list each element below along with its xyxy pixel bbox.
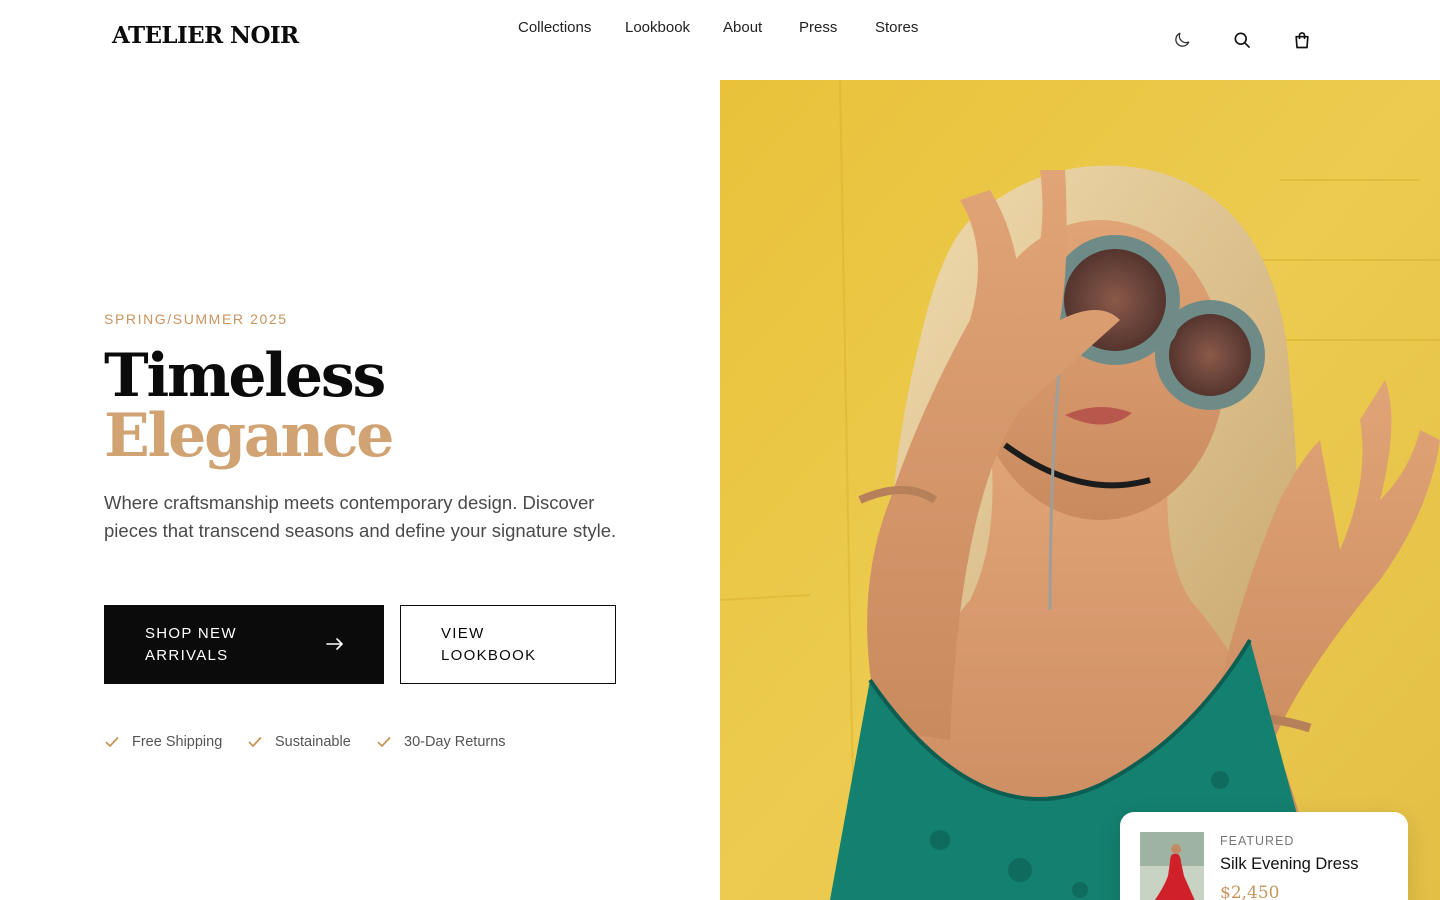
view-lookbook-button[interactable]: VIEW LOOKBOOK bbox=[400, 605, 616, 684]
perk-free-shipping: Free Shipping bbox=[104, 731, 222, 753]
featured-eyebrow: FEATURED bbox=[1220, 834, 1295, 848]
theme-toggle-button[interactable] bbox=[1170, 28, 1194, 52]
featured-product-title: Silk Evening Dress bbox=[1220, 855, 1359, 873]
shopping-bag-icon bbox=[1295, 32, 1309, 49]
featured-product-thumbnail bbox=[1140, 832, 1204, 900]
perk-label: Free Shipping bbox=[132, 734, 223, 750]
headline-line-1: Timeless bbox=[104, 341, 386, 411]
search-icon bbox=[1234, 32, 1250, 48]
season-eyebrow: SPRING/SUMMER 2025 bbox=[104, 311, 288, 327]
perk-label: Sustainable bbox=[275, 734, 351, 750]
nav-link-lookbook[interactable]: Lookbook bbox=[625, 18, 690, 38]
featured-product-card[interactable]: FEATURED Silk Evening Dress $2,450 bbox=[1120, 812, 1408, 900]
nav-link-press[interactable]: Press bbox=[799, 18, 837, 38]
headline-line-2: Elegance bbox=[104, 401, 394, 471]
hero-description: Where craftsmanship meets contemporary d… bbox=[104, 492, 617, 541]
perk-sustainable: Sustainable bbox=[247, 731, 351, 753]
hero-model-photo bbox=[720, 80, 1440, 900]
nav-link-about[interactable]: About bbox=[723, 18, 762, 38]
check-icon bbox=[376, 733, 394, 751]
shop-new-arrivals-button[interactable]: SHOP NEW ARRIVALS bbox=[104, 605, 384, 684]
perk-label: 30-Day Returns bbox=[404, 734, 506, 750]
view-lookbook-label: VIEW LOOKBOOK bbox=[441, 624, 537, 664]
moon-icon bbox=[1175, 32, 1190, 47]
check-icon bbox=[104, 733, 122, 751]
cart-button[interactable] bbox=[1290, 28, 1314, 52]
perk-returns: 30-Day Returns bbox=[376, 731, 506, 753]
hero-headline: Timeless Elegance bbox=[104, 341, 394, 471]
featured-product-price: $2,450 bbox=[1220, 883, 1280, 900]
main-navigation: Collections Lookbook About Press Stores bbox=[0, 18, 1440, 40]
nav-link-collections[interactable]: Collections bbox=[518, 18, 591, 38]
arrow-right-icon bbox=[326, 634, 344, 656]
nav-link-stores[interactable]: Stores bbox=[875, 18, 918, 38]
search-button[interactable] bbox=[1230, 28, 1254, 52]
check-icon bbox=[247, 733, 265, 751]
shop-new-arrivals-label: SHOP NEW ARRIVALS bbox=[145, 624, 237, 664]
